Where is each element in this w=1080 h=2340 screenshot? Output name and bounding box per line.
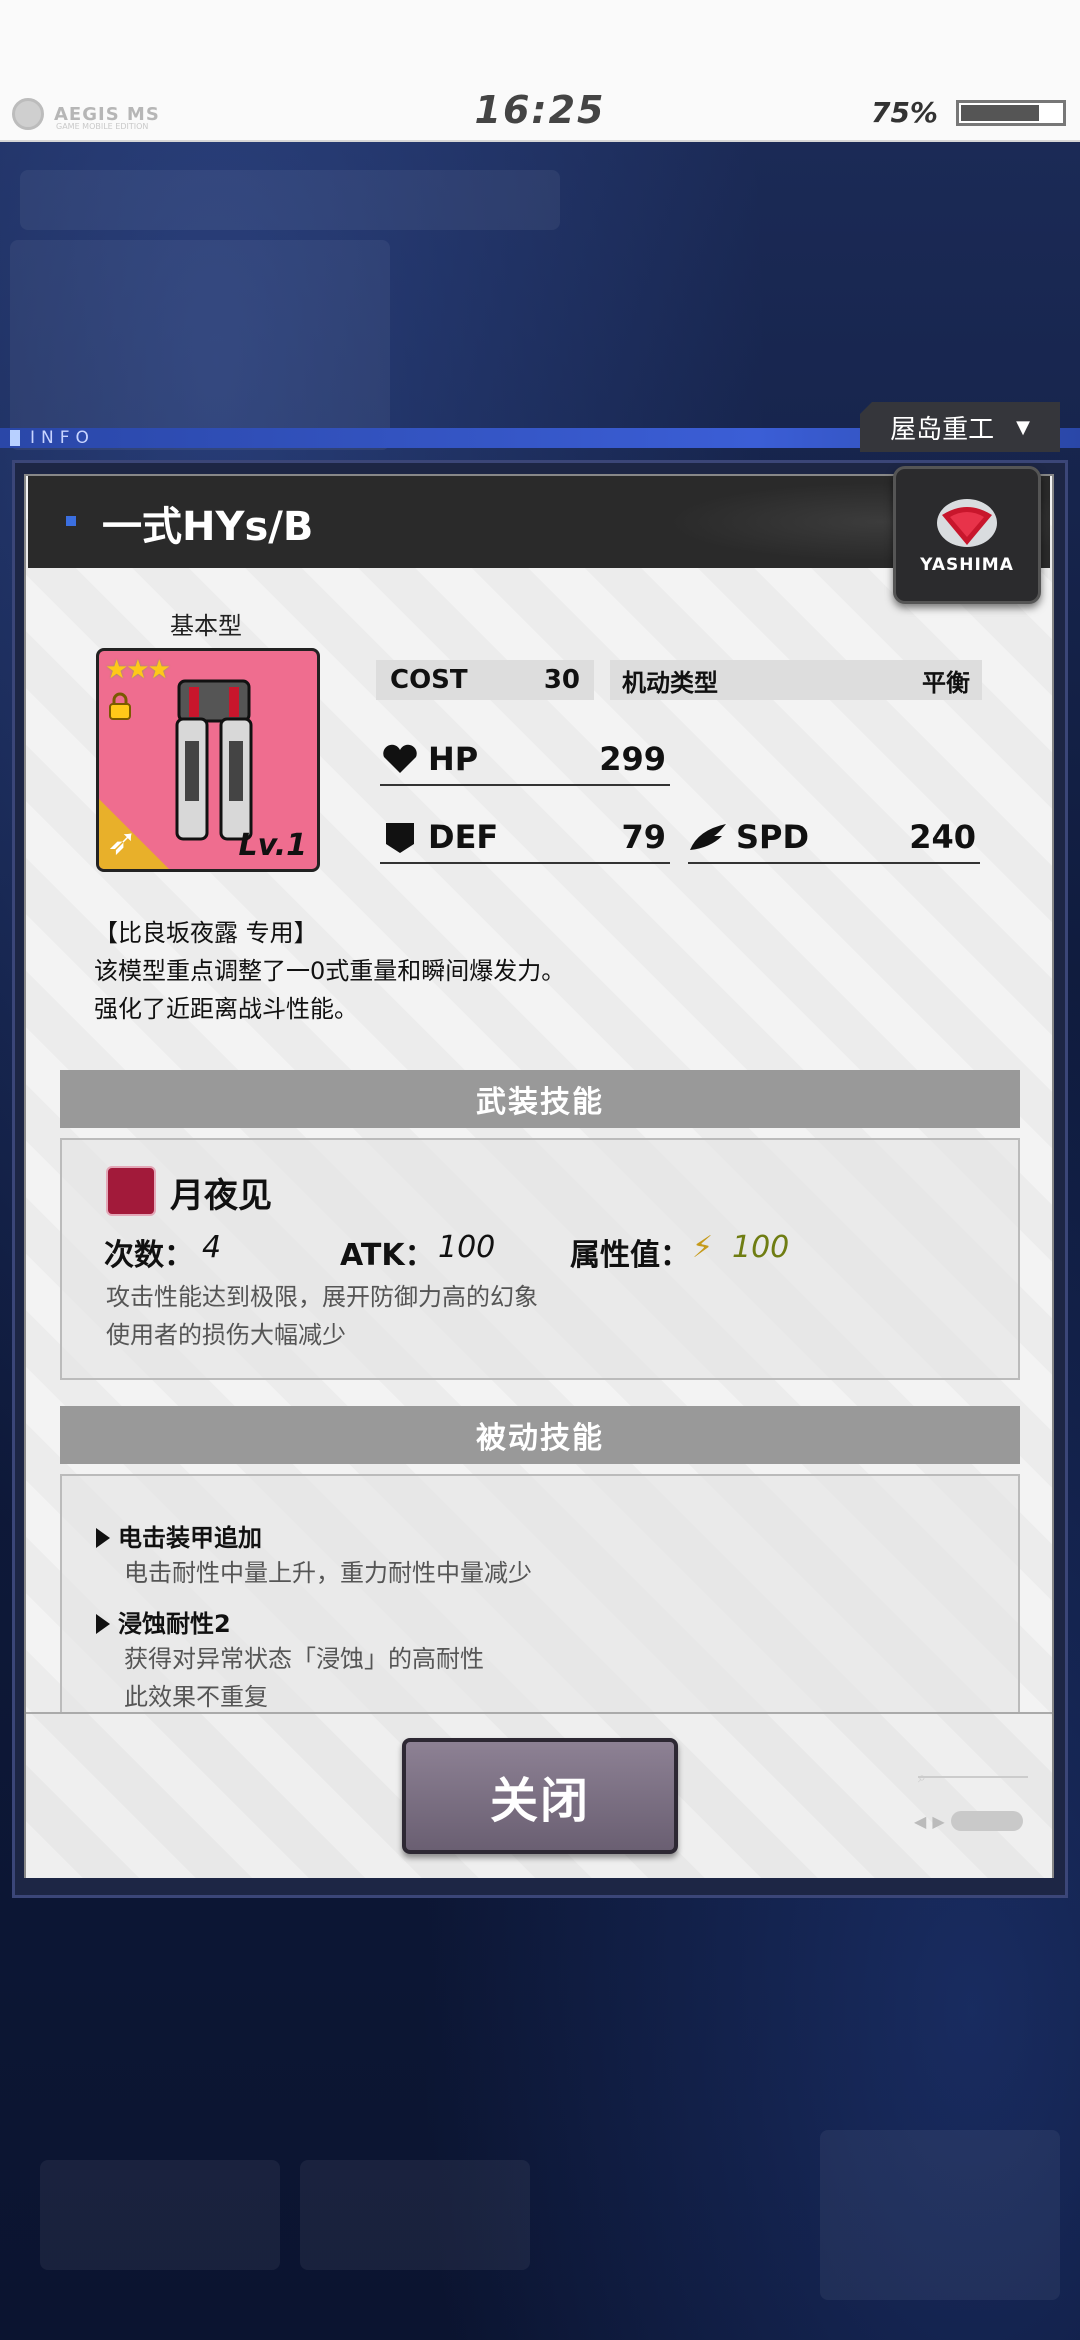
def-value: 79 (621, 818, 666, 856)
hp-label: HP (428, 740, 479, 778)
description-line: 该模型重点调整了一0式重量和瞬间爆发力。 (94, 957, 566, 985)
next-arrow-icon[interactable]: ▶ (932, 1812, 944, 1831)
spd-stat: SPD 240 (688, 812, 980, 864)
status-bar: AEGIS MS GAME MOBILE EDITION 16:25 75% (0, 0, 1080, 142)
weapon-skill-header: 武装技能 (60, 1070, 1020, 1128)
uses-value: 4 (202, 1230, 222, 1265)
cost-value: 30 (543, 665, 580, 695)
passive-name: 浸蚀耐性2 (118, 1610, 231, 1638)
search-underline (918, 1776, 1028, 1778)
unit-description: 【比良坂夜露 专用】 该模型重点调整了一0式重量和瞬间爆发力。 强化了近距离战斗… (94, 914, 565, 1028)
cost-stat: COST 30 (376, 660, 594, 700)
unit-armor-art (175, 679, 253, 841)
skill-desc-line: 使用者的损伤大幅减少 (106, 1321, 346, 1349)
bullet-triangle-icon (96, 1528, 110, 1548)
weapon-skill-name: 月夜见 (170, 1176, 272, 1216)
def-stat: DEF 79 (380, 812, 670, 864)
spd-value: 240 (909, 818, 976, 856)
unit-portrait[interactable]: ★★★ ➶ Lv.1 (96, 648, 320, 872)
unit-name: 一式HYs/B (102, 504, 314, 550)
spd-label: SPD (736, 818, 810, 856)
bg-blurred-panel (10, 240, 390, 450)
info-marker-icon (10, 430, 20, 446)
unit-type-label: 基本型 (170, 612, 242, 640)
bg-blurred-button-mid (300, 2160, 530, 2270)
title-dot-icon (66, 516, 76, 526)
info-label: INFO (10, 428, 95, 448)
info-text: INFO (30, 428, 95, 448)
battery-percent: 75% (870, 96, 938, 129)
bg-blurred-button-left (40, 2160, 280, 2270)
close-button[interactable]: 关闭 (402, 1738, 678, 1854)
mobility-stat: 机动类型 平衡 (610, 660, 982, 700)
bg-blurred-button-right (820, 2130, 1060, 2300)
maker-label: 屋岛重工 (890, 414, 995, 445)
weapon-skill-description: 攻击性能达到极限，展开防御力高的幻象 使用者的损伤大幅减少 (106, 1278, 538, 1354)
description-line: 强化了近距离战斗性能。 (94, 995, 358, 1023)
pager[interactable]: ◀ ▶ (914, 1810, 1032, 1832)
atk-label: ATK： (340, 1238, 435, 1273)
skill-emblem-icon (106, 1166, 156, 1216)
yashima-emblem-icon (937, 499, 997, 547)
shield-icon (386, 823, 414, 853)
heart-icon (383, 744, 417, 773)
pager-pill[interactable] (950, 1811, 1023, 1831)
passive-desc: 获得对异常状态「浸蚀」的高耐性 (124, 1645, 484, 1673)
search-icon[interactable]: ⌕ (918, 1770, 926, 1786)
unit-level: Lv.1 (238, 828, 308, 863)
hp-stat: HP 299 (380, 734, 670, 786)
def-label: DEF (428, 818, 499, 856)
attr-value: 100 (732, 1230, 790, 1265)
battery-icon (956, 100, 1066, 126)
leg-part-icon: ➶ (107, 822, 138, 863)
passive-skill-header: 被动技能 (60, 1406, 1020, 1464)
passive-desc: 此效果不重复 (124, 1683, 268, 1711)
skill-desc-line: 攻击性能达到极限，展开防御力高的幻象 (106, 1283, 538, 1311)
brand-badge: YASHIMA (893, 466, 1041, 604)
mobility-label: 机动类型 (622, 668, 718, 697)
uses-label: 次数： (104, 1238, 194, 1273)
description-line: 【比良坂夜露 专用】 (94, 919, 318, 947)
hp-value: 299 (599, 740, 666, 778)
lock-icon (109, 692, 131, 720)
bullet-triangle-icon (96, 1614, 110, 1634)
maker-dropdown[interactable]: 屋岛重工 ▼ (860, 402, 1060, 452)
brand-name: YASHIMA (920, 555, 1014, 575)
passive-desc: 电击耐性中量上升，重力耐性中量减少 (124, 1559, 532, 1587)
wing-icon (690, 824, 726, 850)
passive-item: 浸蚀耐性2 (96, 1604, 231, 1639)
mobility-value: 平衡 (922, 668, 970, 697)
dropdown-arrow-icon: ▼ (1016, 416, 1030, 438)
weapon-skill-stats: 次数： 4 ATK： 100 属性值： ⚡ 100 (104, 1230, 824, 1273)
atk-value: 100 (438, 1230, 496, 1265)
lightning-icon: ⚡ (692, 1230, 714, 1265)
battery-fill (961, 105, 1039, 121)
bg-blurred-header (20, 170, 560, 230)
prev-arrow-icon[interactable]: ◀ (914, 1812, 926, 1831)
passive-name: 电击装甲追加 (118, 1524, 262, 1552)
attr-label: 属性值： (570, 1238, 690, 1273)
passive-item: 电击装甲追加 (96, 1518, 262, 1553)
cost-label: COST (390, 665, 468, 695)
